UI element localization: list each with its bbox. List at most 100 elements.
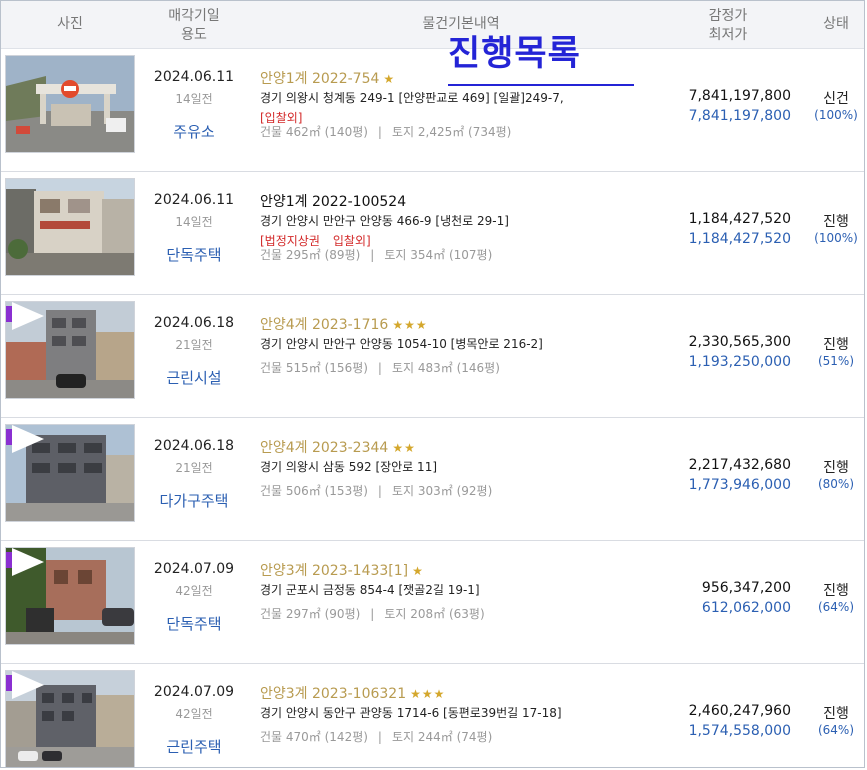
header-price: 감정가 최저가 [663, 7, 793, 45]
appraisal-price: 1,184,427,520 [688, 211, 791, 227]
star-rating-icon: ★★ [392, 441, 416, 455]
days-left: 42일전 [175, 584, 213, 598]
case-number[interactable]: 안양3계 2023-106321 [260, 686, 406, 702]
table-row[interactable]: 2024.06.11 14일전 주유소 안양1계 2022-754 ★ 경기 의왕… [1, 49, 864, 172]
minimum-price: 7,841,197,800 [688, 108, 791, 124]
case-number-link[interactable]: 안양1계 2022-100524 [260, 191, 406, 211]
address: 경기 안양시 동안구 관양동 1714-6 [동편로39번길 17-18] [260, 706, 562, 720]
appraisal-price: 2,460,247,960 [688, 703, 791, 719]
address: 경기 의왕시 청계동 249-1 [안양판교로 469] [일괄]249-7, [260, 91, 564, 105]
property-photo[interactable] [5, 301, 135, 399]
price-ratio: (100%) [814, 231, 858, 245]
usage-link[interactable]: 단독주택 [141, 244, 247, 265]
header-date: 매각기일 [168, 8, 220, 24]
building-area: 건물 506㎡ (153평) [260, 484, 368, 498]
case-number[interactable]: 안양3계 2023-1433[1] [260, 563, 408, 579]
usage-link[interactable]: 근린시설 [141, 367, 247, 388]
building-area: 건물 295㎡ (89평) [260, 248, 361, 262]
star-rating-icon: ★★★ [410, 687, 446, 701]
usage-link[interactable]: 주유소 [141, 121, 247, 142]
status-text: 진행 [823, 214, 849, 230]
header-info: 물건기본내역 [422, 16, 500, 32]
minimum-price: 1,773,946,000 [688, 477, 791, 493]
property-photo[interactable] [5, 670, 135, 767]
property-photo[interactable] [5, 178, 135, 276]
land-area: 토지 208㎡ (63평) [384, 607, 485, 621]
case-number-link[interactable]: 안양3계 2023-106321 ★★★ [260, 683, 445, 703]
star-rating-icon: ★ [412, 564, 424, 578]
case-number[interactable]: 안양1계 2022-754 [260, 71, 379, 87]
auction-date: 2024.07.09 [153, 684, 235, 700]
land-area: 토지 354㎡ (107평) [384, 248, 493, 262]
property-photo[interactable] [5, 424, 135, 522]
star-rating-icon: ★ [383, 72, 396, 86]
table-row[interactable]: 2024.06.18 21일전 다가구주택 안양4계 2023-2344 ★★ 경… [1, 418, 864, 541]
header-usage: 용도 [181, 27, 207, 43]
header-minimum: 최저가 [708, 27, 748, 43]
header-status: 상태 [823, 16, 849, 32]
status-text: 진행 [823, 337, 849, 353]
table-row[interactable]: 2024.06.18 21일전 근린시설 안양4계 2023-1716 ★★★ 경… [1, 295, 864, 418]
case-number-link[interactable]: 안양3계 2023-1433[1] ★ [260, 560, 424, 580]
price-ratio: (51%) [817, 354, 855, 368]
land-area: 토지 303㎡ (92평) [391, 484, 493, 498]
price-ratio: (80%) [817, 477, 855, 491]
property-photo[interactable] [5, 55, 135, 153]
case-number-link[interactable]: 안양4계 2023-2344 ★★ [260, 437, 416, 457]
building-area: 건물 297㎡ (90평) [260, 607, 361, 621]
table-row[interactable]: 2024.07.09 42일전 단독주택 안양3계 2023-1433[1] ★ … [1, 541, 864, 664]
appraisal-price: 7,841,197,800 [688, 88, 791, 104]
usage-link[interactable]: 다가구주택 [141, 490, 247, 511]
address: 경기 안양시 만안구 안양동 466-9 [냉천로 29-1] [260, 214, 509, 228]
case-number[interactable]: 안양4계 2023-1716 [260, 317, 388, 333]
auction-date: 2024.06.11 [153, 69, 235, 85]
status-text: 신건 [823, 91, 849, 107]
appraisal-price: 2,217,432,680 [688, 457, 791, 473]
appraisal-price: 2,330,565,300 [688, 334, 791, 350]
area-info: 건물 506㎡ (153평) | 토지 303㎡ (92평) [260, 484, 493, 498]
days-left: 21일전 [175, 461, 213, 475]
address: 경기 군포시 금정동 854-4 [잿골2길 19-1] [260, 583, 480, 597]
case-number-link[interactable]: 안양1계 2022-754 ★ [260, 68, 395, 88]
land-area: 토지 483㎡ (146평) [391, 361, 500, 375]
days-left: 14일전 [175, 215, 213, 229]
case-number-link[interactable]: 안양4계 2023-1716 ★★★ [260, 314, 428, 334]
usage-link[interactable]: 근린주택 [141, 736, 247, 757]
building-area: 건물 515㎡ (156평) [260, 361, 368, 375]
case-number[interactable]: 안양4계 2023-2344 [260, 440, 388, 456]
auction-date: 2024.06.18 [153, 438, 235, 454]
status-text: 진행 [823, 706, 849, 722]
appraisal-price: 956,347,200 [701, 580, 791, 596]
header-appraisal: 감정가 [708, 8, 748, 24]
address: 경기 의왕시 삼동 592 [장안로 11] [260, 460, 438, 474]
minimum-price: 1,574,558,000 [688, 723, 791, 739]
auction-list: 사진 매각기일 용도 물건기본내역 감정가 최저가 상태 2024.06.11 … [0, 0, 865, 768]
usage-link[interactable]: 단독주택 [141, 613, 247, 634]
auction-date: 2024.07.09 [153, 561, 235, 577]
table-row[interactable]: 2024.06.11 14일전 단독주택 안양1계 2022-100524 경기… [1, 172, 864, 295]
days-left: 21일전 [175, 338, 213, 352]
property-photo[interactable] [5, 547, 135, 645]
status-text: 진행 [823, 460, 849, 476]
price-ratio: (100%) [814, 108, 858, 122]
table-row[interactable]: 2024.07.09 42일전 근린주택 안양3계 2023-106321 ★★★… [1, 664, 864, 767]
price-ratio: (64%) [817, 600, 855, 614]
area-info: 건물 295㎡ (89평) | 토지 354㎡ (107평) [260, 248, 493, 262]
area-info: 건물 462㎡ (140평) | 토지 2,425㎡ (734평) [260, 125, 512, 139]
banner-underline [448, 84, 634, 86]
building-area: 건물 462㎡ (140평) [260, 125, 368, 139]
auction-date: 2024.06.18 [153, 315, 235, 331]
area-info: 건물 515㎡ (156평) | 토지 483㎡ (146평) [260, 361, 500, 375]
minimum-price: 612,062,000 [701, 600, 791, 616]
days-left: 42일전 [175, 707, 213, 721]
header-photo: 사진 [57, 16, 83, 32]
building-area: 건물 470㎡ (142평) [260, 730, 368, 744]
area-info: 건물 470㎡ (142평) | 토지 244㎡ (74평) [260, 730, 493, 744]
table-header: 사진 매각기일 용도 물건기본내역 감정가 최저가 상태 [1, 1, 864, 49]
banner-title: 진행목록 [448, 34, 581, 74]
address: 경기 안양시 만안구 안양동 1054-10 [병목안로 216-2] [260, 337, 543, 351]
status-text: 진행 [823, 583, 849, 599]
days-left: 14일전 [175, 92, 213, 106]
header-date-usage: 매각기일 용도 [141, 7, 247, 45]
case-number[interactable]: 안양1계 2022-100524 [260, 194, 406, 210]
